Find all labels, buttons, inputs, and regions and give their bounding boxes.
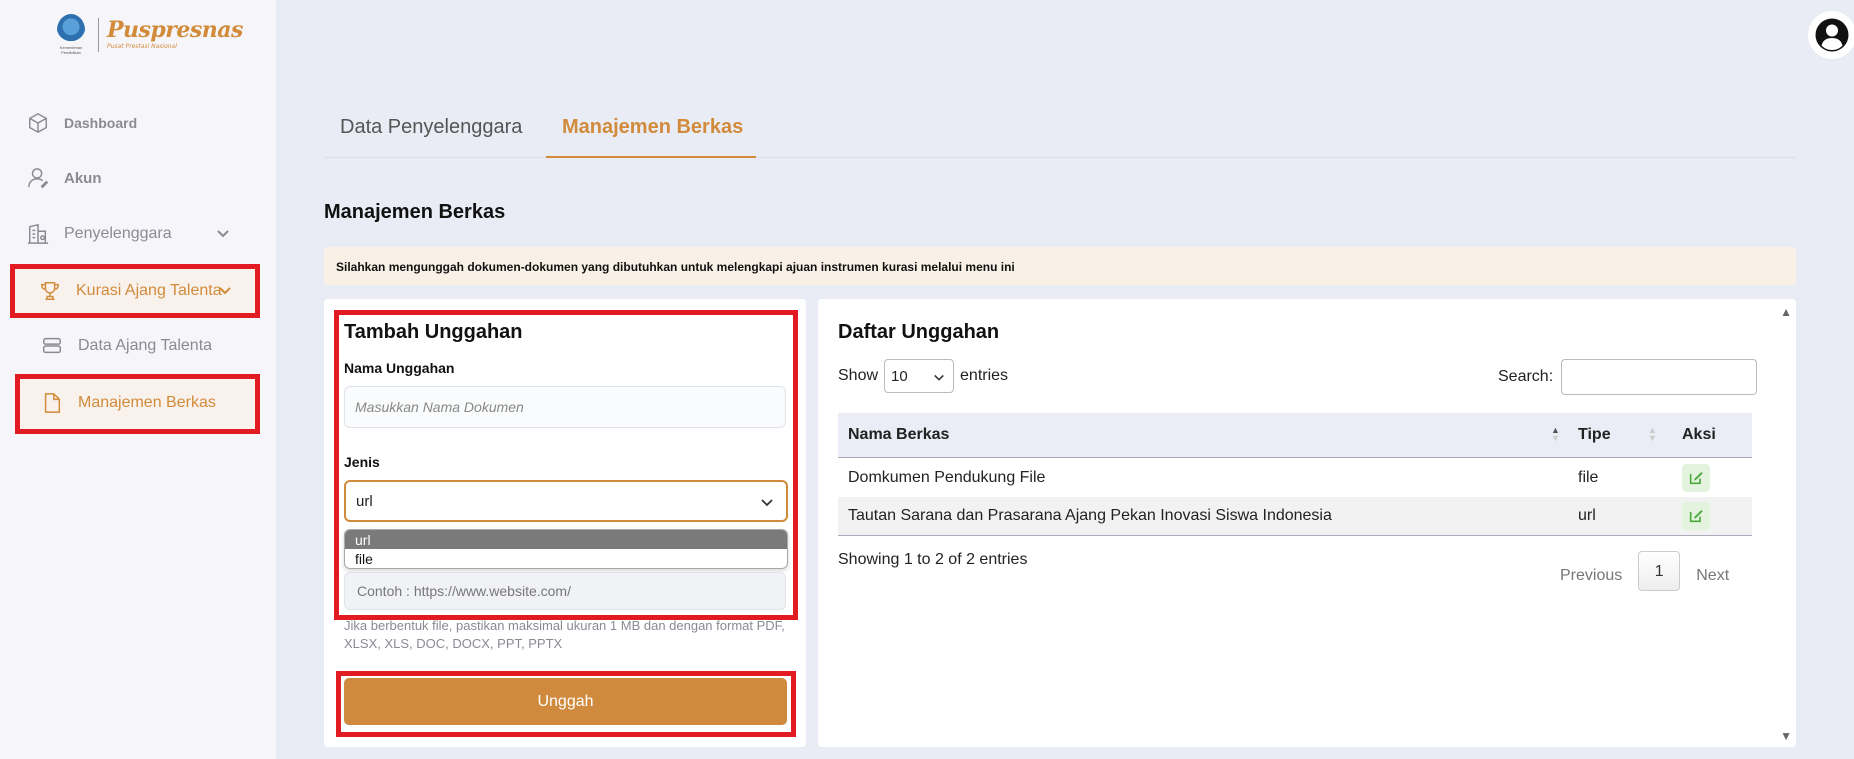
scroll-down-icon[interactable]: ▼	[1780, 729, 1792, 743]
list-title: Daftar Unggahan	[838, 321, 1000, 343]
sidebar-item-label: Dashboard	[64, 115, 138, 131]
brand-name: Puspresnas	[107, 17, 243, 44]
previous-button[interactable]: Previous	[1560, 567, 1622, 585]
chevron-down-icon	[934, 374, 944, 381]
search-label: Search:	[1498, 368, 1554, 385]
highlight-box	[334, 310, 798, 620]
sidebar-item-manajemen-berkas[interactable]: Manajemen Berkas	[40, 391, 216, 415]
show-label: Show	[838, 367, 879, 384]
user-icon	[26, 166, 50, 190]
edit-icon[interactable]	[1682, 502, 1710, 530]
upload-table: Nama Berkas ▲ ▼ Tipe ▲ ▼ Aksi Domkumen Pen…	[838, 413, 1752, 536]
next-button[interactable]: Next	[1696, 567, 1729, 585]
sidebar: Kementerian Pendidikan Puspresnas Pusat …	[0, 0, 276, 759]
sidebar-item-kurasi-ajang-talenta[interactable]: Kurasi Ajang Talenta	[38, 279, 231, 303]
active-tab-indicator	[546, 156, 756, 158]
column-header-tipe[interactable]: Tipe	[1578, 426, 1611, 444]
sidebar-item-dashboard[interactable]: Dashboard	[26, 111, 137, 135]
search-input[interactable]	[1561, 359, 1758, 395]
table-header: Nama Berkas ▲ ▼ Tipe ▲ ▼ Aksi	[838, 413, 1752, 458]
sort-icon[interactable]: ▲ ▼	[1648, 426, 1657, 443]
chevron-down-icon	[219, 287, 231, 295]
scroll-up-icon[interactable]: ▲	[1780, 305, 1792, 319]
cube-icon	[26, 111, 50, 135]
page-button-1[interactable]: 1	[1638, 551, 1681, 591]
entries-value: 10	[891, 368, 908, 385]
sidebar-item-label: Akun	[64, 169, 102, 187]
user-avatar-icon[interactable]	[1808, 11, 1854, 59]
page-title: Manajemen Berkas	[324, 201, 506, 223]
sidebar-item-akun[interactable]: Akun	[26, 166, 102, 190]
upload-list-card: Daftar Unggahan Show 10 entries Search: …	[818, 299, 1796, 747]
file-hint: Jika berbentuk file, pastikan maksimal u…	[344, 618, 785, 651]
ministry-name: Kementerian Pendidikan	[59, 45, 83, 55]
chevron-down-icon	[217, 230, 229, 238]
file-icon	[40, 391, 64, 415]
pagination: Previous 1 Next	[1560, 551, 1729, 591]
ministry-emblem-icon	[57, 14, 85, 46]
entries-select[interactable]: 10	[884, 359, 955, 393]
building-icon	[26, 222, 50, 246]
sidebar-item-data-ajang-talenta[interactable]: Data Ajang Talenta	[40, 334, 212, 358]
tab-manajemen-berkas[interactable]: Manajemen Berkas	[562, 116, 743, 139]
column-header-aksi: Aksi	[1682, 426, 1716, 443]
cell-name: Domkumen Pendukung File	[848, 468, 1046, 486]
edit-icon[interactable]	[1682, 463, 1710, 492]
tab-data-penyelenggara[interactable]: Data Penyelenggara	[340, 116, 522, 139]
tab-bar: Data Penyelenggara Manajemen Berkas	[324, 100, 1796, 158]
search-control: Search:	[1498, 359, 1758, 395]
sort-icon[interactable]: ▲ ▼	[1551, 426, 1560, 443]
sidebar-item-label: Data Ajang Talenta	[78, 337, 213, 354]
column-header-nama-berkas[interactable]: Nama Berkas	[848, 426, 949, 444]
entries-control: Show 10 entries	[838, 359, 1008, 393]
entries-label: entries	[960, 367, 1009, 384]
sidebar-item-label: Penyelenggara	[64, 225, 172, 242]
table-info: Showing 1 to 2 of 2 entries	[838, 551, 1028, 568]
sidebar-item-label: Manajemen Berkas	[78, 394, 216, 411]
sidebar-item-penyelenggara[interactable]: Penyelenggara	[26, 222, 229, 246]
stack-icon	[40, 334, 64, 358]
trophy-icon	[38, 279, 62, 303]
cell-type: url	[1578, 507, 1596, 524]
highlight-box	[336, 671, 796, 737]
cell-name: Tautan Sarana dan Prasarana Ajang Pekan …	[848, 507, 1332, 524]
table-row: Tautan Sarana dan Prasarana Ajang Pekan …	[838, 497, 1752, 536]
logo-divider	[98, 17, 99, 52]
cell-type: file	[1578, 468, 1599, 486]
brand-tagline: Pusat Prestasi Nasional	[107, 43, 177, 51]
logo[interactable]: Kementerian Pendidikan Puspresnas Pusat …	[52, 14, 243, 56]
sidebar-item-label: Kurasi Ajang Talenta	[76, 282, 222, 299]
table-row: Domkumen Pendukung File file	[838, 458, 1752, 497]
info-banner: Silahkan mengunggah dokumen-dokumen yang…	[324, 247, 1796, 285]
